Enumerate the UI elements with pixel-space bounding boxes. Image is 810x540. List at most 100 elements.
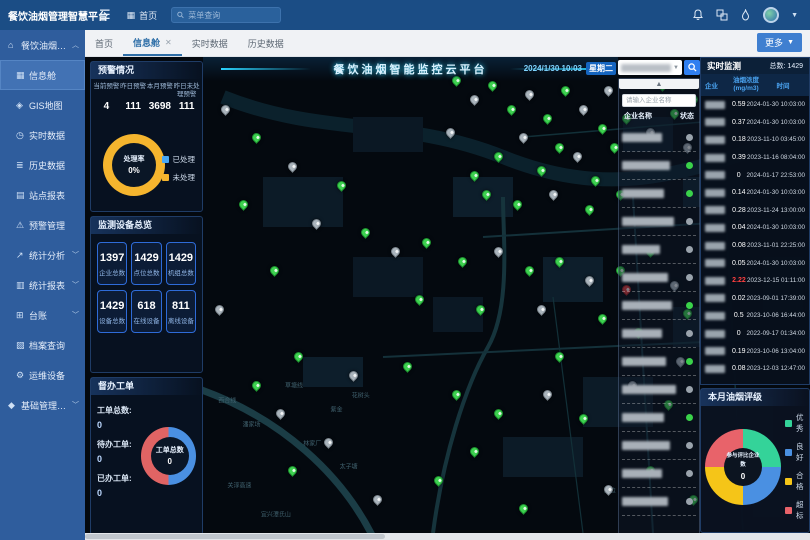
- tab-首页[interactable]: 首页: [85, 30, 123, 56]
- sidebar-item-统计分析[interactable]: ↗统计分析﹀: [0, 240, 85, 270]
- monitor-row[interactable]: 0.592024-01-30 10:03:00: [701, 96, 809, 114]
- enterprise-name-redacted: [705, 277, 725, 285]
- stat-label: 机组总数: [167, 267, 195, 277]
- sidebar-item-运维设备[interactable]: ⚙运维设备: [0, 360, 85, 390]
- stat-label: 点位总数: [132, 267, 160, 277]
- monitor-row[interactable]: 0.192023-10-06 13:04:00: [701, 342, 809, 360]
- sidebar-group-基础管理系统[interactable]: ◆基础管理系统﹀: [0, 390, 85, 420]
- sidebar-item-信息舱[interactable]: ▦信息舱: [0, 60, 85, 90]
- enterprise-row[interactable]: [622, 292, 696, 320]
- enterprise-row[interactable]: [622, 124, 696, 152]
- legend-swatch: [785, 420, 792, 427]
- sidebar-item-站点报表[interactable]: ▤站点报表: [0, 180, 85, 210]
- tab-实时数据[interactable]: 实时数据: [182, 30, 238, 56]
- stat-label: 工单总数:: [97, 405, 141, 416]
- sidebar-item-统计报表[interactable]: ▥统计报表﹀: [0, 270, 85, 300]
- enterprise-row[interactable]: [622, 208, 696, 236]
- layout-icon[interactable]: [716, 9, 728, 21]
- enterprise-row[interactable]: [622, 488, 696, 516]
- monitor-row[interactable]: 0.182023-11-10 03:45:00: [701, 131, 809, 149]
- bell-icon[interactable]: [692, 9, 704, 21]
- timestamp: 2024-01-17 22:53:00: [747, 172, 805, 179]
- monitor-row[interactable]: 0.372024-01-30 10:03:00: [701, 114, 809, 132]
- sidebar-item-档案查询[interactable]: ▧档案查询: [0, 330, 85, 360]
- breadcrumb-home[interactable]: ▦ 首页: [127, 9, 158, 22]
- legend-swatch: [785, 478, 792, 485]
- enterprise-name-redacted: [705, 224, 725, 232]
- enterprise-row[interactable]: [622, 376, 696, 404]
- sidebar-item-预警管理[interactable]: ⚠预警管理: [0, 210, 85, 240]
- close-icon[interactable]: ✕: [165, 38, 172, 47]
- enterprise-name-redacted: [622, 161, 670, 170]
- enterprise-name-redacted: [705, 206, 725, 214]
- avatar[interactable]: [763, 7, 779, 23]
- enterprise-name-redacted: [705, 294, 725, 302]
- sidebar-item-台账[interactable]: ⊞台账﹀: [0, 300, 85, 330]
- monitor-row[interactable]: 02024-01-17 22:53:00: [701, 166, 809, 184]
- enterprise-name-redacted: [622, 189, 664, 198]
- chevron-down-icon[interactable]: ▼: [791, 12, 798, 19]
- monitor-row[interactable]: 0.282023-11-24 13:00:00: [701, 202, 809, 220]
- home-label: 首页: [139, 9, 157, 22]
- stat-label: 当前预警: [93, 83, 120, 99]
- enterprise-row[interactable]: [622, 404, 696, 432]
- monitor-row[interactable]: 0.022023-09-01 17:39:00: [701, 290, 809, 308]
- enterprise-select[interactable]: ▼: [618, 60, 682, 75]
- more-button[interactable]: 更多 ▼: [757, 33, 802, 52]
- scrollbar-thumb[interactable]: [85, 534, 385, 539]
- monitor-table-header: 企业 油烟浓度 (mg/m3) 时间: [701, 74, 809, 96]
- monitor-row[interactable]: 0.082023-12-03 12:47:00: [701, 360, 809, 378]
- enterprise-row[interactable]: [622, 152, 696, 180]
- map-place-label: 太子塘: [340, 462, 358, 471]
- device-icon: ⚙: [16, 370, 29, 381]
- monitor-row[interactable]: 2.222023-12-15 01:11:00: [701, 272, 809, 290]
- sidebar-item-label: 历史数据: [29, 159, 65, 172]
- enterprise-row[interactable]: [622, 348, 696, 376]
- monitor-row[interactable]: 0.52023-10-06 16:44:00: [701, 307, 809, 325]
- sidebar-item-GIS地图[interactable]: ◈GIS地图: [0, 90, 85, 120]
- monitor-row[interactable]: 0.392023-11-16 08:04:00: [701, 149, 809, 167]
- monitor-row[interactable]: 0.052024-01-30 10:03:00: [701, 254, 809, 272]
- sidebar-item-实时数据[interactable]: ◷实时数据: [0, 120, 85, 150]
- flame-icon[interactable]: [740, 9, 751, 21]
- sidebar-group-餐饮油烟监控管理系统[interactable]: ⌂餐饮油烟监控管理系统︿: [0, 30, 85, 60]
- search-icon: [688, 63, 697, 72]
- monitor-row[interactable]: 02022-09-17 01:34:00: [701, 325, 809, 343]
- stat-label: 昨日预警: [120, 83, 147, 99]
- concentration-value: 0.14: [731, 189, 747, 196]
- enterprise-name-input[interactable]: [622, 94, 696, 107]
- enterprise-row[interactable]: [622, 460, 696, 488]
- tab-信息舱[interactable]: 信息舱✕: [123, 30, 182, 56]
- donut-center-label: 处理率: [124, 155, 145, 164]
- enterprise-row[interactable]: [622, 320, 696, 348]
- legend-item: 未处理: [162, 172, 196, 183]
- enterprise-row[interactable]: [622, 432, 696, 460]
- hamburger-menu-icon[interactable]: ☰: [99, 7, 111, 23]
- timestamp: 2023-12-15 01:11:00: [747, 277, 805, 284]
- enterprise-row[interactable]: [622, 264, 696, 292]
- enterprise-list: ▲ 企业名称 状态: [618, 78, 700, 536]
- enterprise-name-redacted: [705, 312, 725, 320]
- monitor-row[interactable]: 0.042024-01-30 10:03:00: [701, 219, 809, 237]
- enterprise-row[interactable]: [622, 236, 696, 264]
- warning-legend: 已处理未处理: [162, 154, 196, 183]
- column-enterprise: 企业: [705, 80, 731, 90]
- menu-search-input[interactable]: [188, 11, 275, 20]
- caret-icon: ﹀: [72, 250, 79, 260]
- timestamp: 2024-01-30 10:03:00: [747, 189, 805, 196]
- tab-历史数据[interactable]: 历史数据: [238, 30, 294, 56]
- collapse-toggle[interactable]: ▲: [619, 79, 699, 89]
- legend-label: 良好: [796, 441, 805, 463]
- more-label: 更多: [765, 36, 783, 49]
- horizontal-scrollbar[interactable]: [85, 533, 810, 540]
- monitor-row[interactable]: 0.082023-11-01 22:25:00: [701, 237, 809, 255]
- enterprise-name-redacted: [705, 242, 725, 250]
- warning-stats: 当前预警4昨日预警111本月预警3698昨日未处理预警111: [91, 79, 202, 114]
- enterprise-search-button[interactable]: [684, 60, 700, 75]
- enterprise-row[interactable]: [622, 180, 696, 208]
- monitor-row[interactable]: 0.142024-01-30 10:03:00: [701, 184, 809, 202]
- timestamp: 2022-09-17 01:34:00: [747, 330, 805, 337]
- status-dot-online: [686, 358, 693, 365]
- menu-search-box[interactable]: [171, 7, 281, 23]
- sidebar-item-历史数据[interactable]: ≣历史数据: [0, 150, 85, 180]
